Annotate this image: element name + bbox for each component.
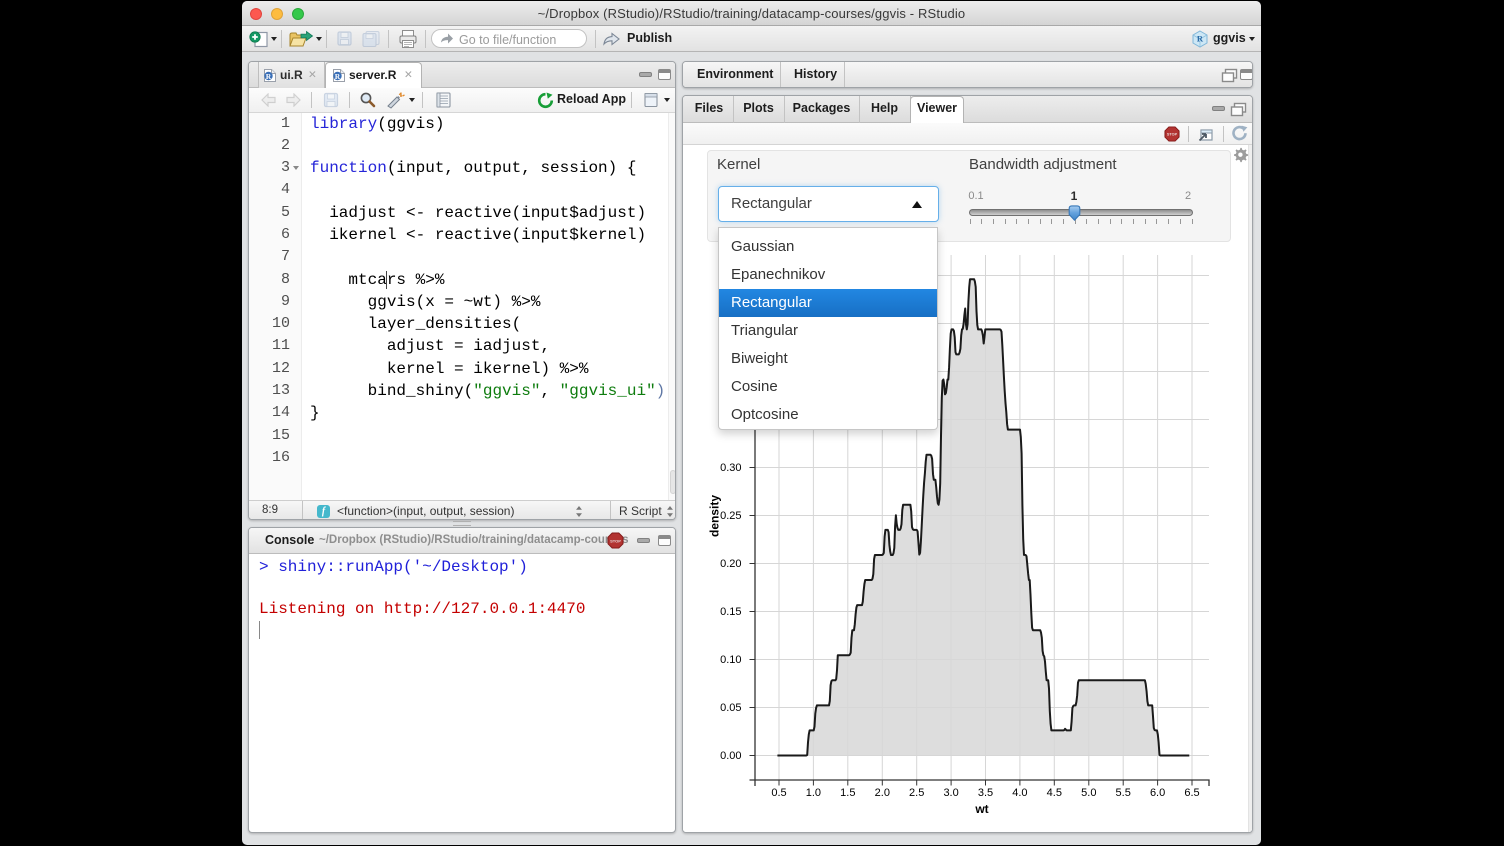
svg-text:4.5: 4.5 (1047, 787, 1062, 799)
svg-text:0.00: 0.00 (720, 750, 741, 762)
svg-text:R: R (335, 72, 341, 81)
svg-text:2.0: 2.0 (875, 787, 890, 799)
svg-text:6.5: 6.5 (1184, 787, 1199, 799)
svg-text:4.0: 4.0 (1012, 787, 1027, 799)
svg-text:0.20: 0.20 (720, 558, 741, 570)
svg-text:R: R (266, 72, 272, 81)
svg-text:wt: wt (974, 802, 988, 816)
svg-text:0.15: 0.15 (720, 606, 741, 618)
svg-text:density: density (708, 495, 722, 537)
svg-text:R: R (1197, 34, 1204, 44)
svg-text:0.5: 0.5 (771, 787, 786, 799)
svg-text:0.05: 0.05 (720, 702, 741, 714)
svg-text:5.0: 5.0 (1081, 787, 1096, 799)
svg-text:3.5: 3.5 (978, 787, 993, 799)
svg-text:3.0: 3.0 (943, 787, 958, 799)
svg-text:0.30: 0.30 (720, 462, 741, 474)
svg-text:STOP: STOP (1167, 133, 1178, 137)
svg-text:5.5: 5.5 (1116, 787, 1131, 799)
svg-text:1.5: 1.5 (840, 787, 855, 799)
svg-text:0.25: 0.25 (720, 510, 741, 522)
svg-text:1.0: 1.0 (806, 787, 821, 799)
svg-text:0.10: 0.10 (720, 654, 741, 666)
svg-text:STOP: STOP (610, 538, 621, 543)
svg-text:6.0: 6.0 (1150, 787, 1165, 799)
svg-text:2.5: 2.5 (909, 787, 924, 799)
